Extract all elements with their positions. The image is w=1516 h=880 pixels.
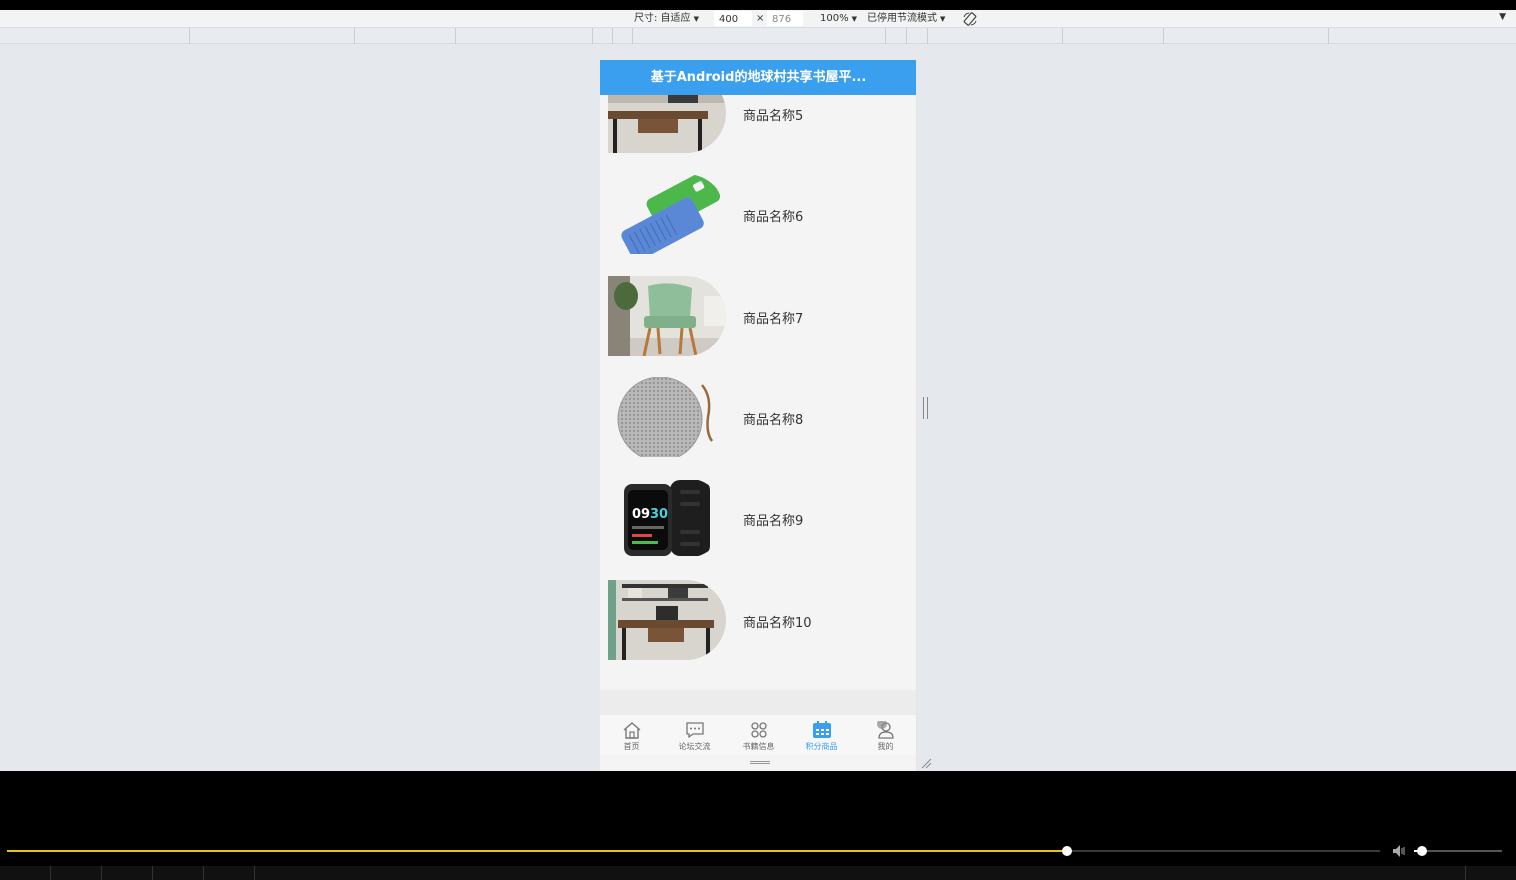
phone-viewport: 基于Android的地球村共享书屋平... 商品名称5 商品名称6 商品名称7 … <box>600 60 917 771</box>
ruler-tick <box>632 28 633 44</box>
progress-fill <box>7 850 1067 852</box>
width-input[interactable]: 400 <box>714 11 752 26</box>
list-item[interactable]: 商品名称6 <box>600 174 916 254</box>
grid-icon <box>751 722 767 738</box>
ruler-tick <box>354 28 355 44</box>
product-image <box>608 580 726 660</box>
product-name: 商品名称9 <box>743 514 804 529</box>
svg-text:30: 30 <box>650 507 668 522</box>
tab-label: 书籍信息 <box>742 742 775 751</box>
strip-divider <box>101 866 102 880</box>
volume-icon[interactable] <box>1392 844 1408 858</box>
progress-knob[interactable] <box>1061 846 1072 856</box>
list-footer-space <box>600 690 916 715</box>
tab-label: 积分商品 <box>805 742 838 751</box>
product-image <box>608 95 726 153</box>
height-input[interactable]: 876 <box>767 11 803 26</box>
chevron-down-icon: ▼ <box>693 15 699 23</box>
home-icon <box>623 722 641 739</box>
chevron-down-icon: ▼ <box>940 15 946 23</box>
volume-knob[interactable] <box>1416 846 1427 856</box>
chat-icon <box>686 722 704 739</box>
emulator-workspace: 基于Android的地球村共享书屋平... 商品名称5 商品名称6 商品名称7 … <box>0 44 1516 771</box>
product-name: 商品名称5 <box>743 109 804 124</box>
throttle-label: 已停用节流模式 <box>867 13 937 24</box>
strip-divider <box>1465 866 1466 880</box>
ruler-tick <box>1062 28 1063 44</box>
ruler-tick <box>1163 28 1164 44</box>
side-resize-handle[interactable] <box>923 397 928 419</box>
tab-home[interactable]: 首页 <box>600 715 663 755</box>
volume-slider[interactable] <box>1414 846 1502 856</box>
product-name: 商品名称8 <box>743 413 804 428</box>
times-sign: × <box>756 13 765 24</box>
product-image <box>608 377 726 457</box>
chevron-down-icon: ▼ <box>851 15 857 23</box>
tab-forum[interactable]: 论坛交流 <box>663 715 726 755</box>
list-item[interactable]: 09 30 商品名称9 <box>600 478 916 558</box>
product-name: 商品名称7 <box>743 312 804 327</box>
tab-mine[interactable]: 我的 <box>854 715 916 755</box>
tab-label: 首页 <box>623 742 640 751</box>
rotate-icon[interactable] <box>962 11 978 27</box>
ruler-tick <box>592 28 593 44</box>
ruler-tick <box>906 28 907 44</box>
tab-points-goods[interactable]: 积分商品 <box>790 715 853 755</box>
ruler-tick <box>1328 28 1329 44</box>
product-name: 商品名称6 <box>743 210 804 225</box>
page-title: 基于Android的地球村共享书屋平... <box>600 60 916 95</box>
ruler-tick <box>885 28 886 44</box>
strip-divider <box>203 866 204 880</box>
more-options-icon[interactable]: ▼ <box>1499 12 1506 22</box>
size-dropdown[interactable]: 尺寸: 自适应 ▼ <box>634 12 699 26</box>
list-item[interactable]: 商品名称8 <box>600 377 916 457</box>
ruler-tick <box>189 28 190 44</box>
bottom-drag-handle[interactable] <box>750 761 770 764</box>
tab-label: 我的 <box>877 742 894 751</box>
progress-bar[interactable] <box>7 846 1380 856</box>
zoom-label: 100% <box>820 13 849 24</box>
media-query-ruler <box>0 28 1516 44</box>
tab-books[interactable]: 书籍信息 <box>727 715 790 755</box>
calendar-icon <box>813 721 831 738</box>
bottom-tab-bar: 首页 论坛交流 书籍信息 积分商品 我的 <box>600 715 916 755</box>
taskbar-strip <box>0 866 1516 880</box>
ruler-tick <box>455 28 456 44</box>
strip-divider <box>254 866 255 880</box>
product-image <box>608 174 726 254</box>
product-image <box>608 276 726 356</box>
product-name: 商品名称10 <box>743 616 812 631</box>
video-player-bar <box>0 771 1516 880</box>
resize-corner-icon[interactable] <box>920 757 932 769</box>
product-image: 09 30 <box>608 478 726 558</box>
ruler-tick <box>612 28 613 44</box>
device-toolbar: 尺寸: 自适应 ▼ 400 × 876 100% ▼ 已停用节流模式 ▼ ▼ <box>0 10 1516 28</box>
list-item[interactable]: 商品名称7 <box>600 276 916 356</box>
size-label: 尺寸: 自适应 <box>634 13 691 24</box>
zoom-dropdown[interactable]: 100% ▼ <box>820 12 857 26</box>
tab-label: 论坛交流 <box>678 742 711 751</box>
list-item[interactable]: 商品名称10 <box>600 580 916 660</box>
list-item[interactable]: 商品名称5 <box>600 95 916 153</box>
svg-text:09: 09 <box>632 507 650 522</box>
user-icon <box>877 721 894 739</box>
strip-divider <box>50 866 51 880</box>
throttle-dropdown[interactable]: 已停用节流模式 ▼ <box>867 12 945 26</box>
ruler-tick <box>927 28 928 44</box>
strip-divider <box>152 866 153 880</box>
product-list[interactable]: 商品名称5 商品名称6 商品名称7 商品名称8 09 30 商品名称9 商品名称… <box>600 95 916 690</box>
